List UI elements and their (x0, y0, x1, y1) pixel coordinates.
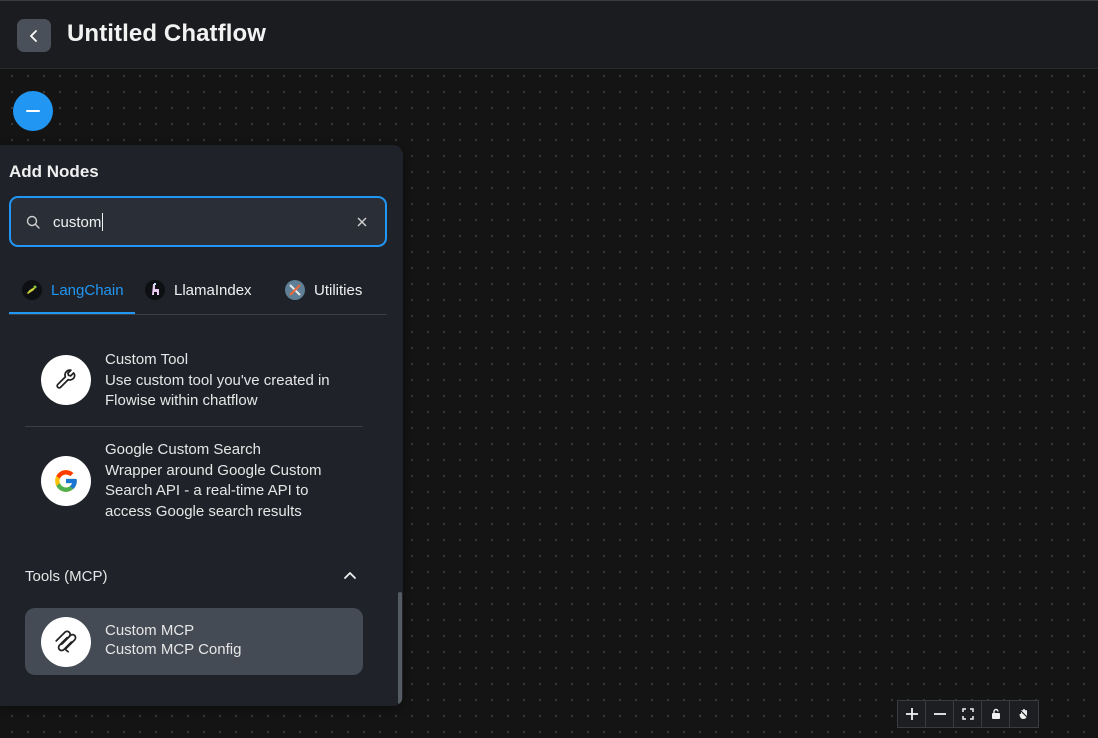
lock-button[interactable] (982, 701, 1010, 727)
mcp-icon (41, 617, 91, 667)
canvas-controls (897, 700, 1039, 728)
google-icon (41, 456, 91, 506)
node-name: Google Custom Search (105, 441, 261, 458)
node-name: Custom MCP (105, 622, 195, 639)
tab-llamaindex[interactable]: LlamaIndex (145, 267, 252, 313)
back-button[interactable] (17, 19, 51, 52)
node-google-custom-search[interactable]: Google Custom Search Wrapper around Goog… (25, 440, 363, 530)
zoom-in-button[interactable] (898, 701, 926, 727)
chevron-up-icon[interactable] (343, 568, 357, 582)
tab-utilities[interactable]: Utilities (285, 267, 362, 313)
tab-langchain[interactable]: LangChain (22, 267, 124, 313)
text-cursor (102, 213, 104, 231)
active-tab-indicator (9, 312, 135, 314)
utilities-icon (285, 280, 305, 300)
add-nodes-panel: Add Nodes LangChain LlamaIndex (0, 145, 403, 706)
fit-view-button[interactable] (954, 701, 982, 727)
node-description: Wrapper around Google Custom Search API … (105, 461, 322, 520)
hand-icon (1019, 709, 1029, 719)
zoom-out-icon (933, 713, 946, 715)
tab-label: LlamaIndex (174, 281, 252, 299)
node-custom-tool[interactable]: Custom Tool Use custom tool you've creat… (25, 350, 363, 422)
search-box[interactable] (9, 196, 387, 247)
llamaindex-icon (145, 280, 165, 300)
minus-icon (26, 110, 40, 112)
search-input[interactable] (53, 211, 343, 233)
zoom-out-button[interactable] (926, 701, 954, 727)
tab-label: Utilities (314, 281, 363, 299)
lock-icon (991, 708, 1000, 719)
interactive-toggle-button[interactable] (1010, 701, 1038, 727)
tab-label: LangChain (51, 281, 124, 299)
wrench-icon (41, 355, 91, 405)
clear-search-icon[interactable] (355, 215, 369, 229)
scrollbar[interactable] (398, 592, 402, 704)
node-custom-mcp[interactable]: Custom MCP Custom MCP Config (25, 608, 363, 675)
collapse-add-nodes-button[interactable] (13, 91, 53, 131)
section-tools-mcp[interactable]: Tools (MCP) (25, 568, 108, 585)
search-icon (26, 215, 40, 229)
top-bar: Untitled Chatflow (0, 0, 1098, 69)
page-title: Untitled Chatflow (67, 20, 267, 47)
zoom-in-icon (905, 708, 918, 720)
langchain-icon (22, 280, 42, 300)
node-description: Custom MCP Config (105, 641, 242, 658)
fit-view-icon (961, 708, 974, 720)
node-category-tabs: LangChain LlamaIndex Utilities (9, 267, 387, 315)
list-divider (25, 426, 363, 427)
node-name: Custom Tool (105, 351, 189, 368)
chevron-left-icon (30, 29, 37, 42)
panel-title: Add Nodes (9, 162, 99, 181)
node-description: Use custom tool you've created in Flowis… (105, 371, 330, 410)
